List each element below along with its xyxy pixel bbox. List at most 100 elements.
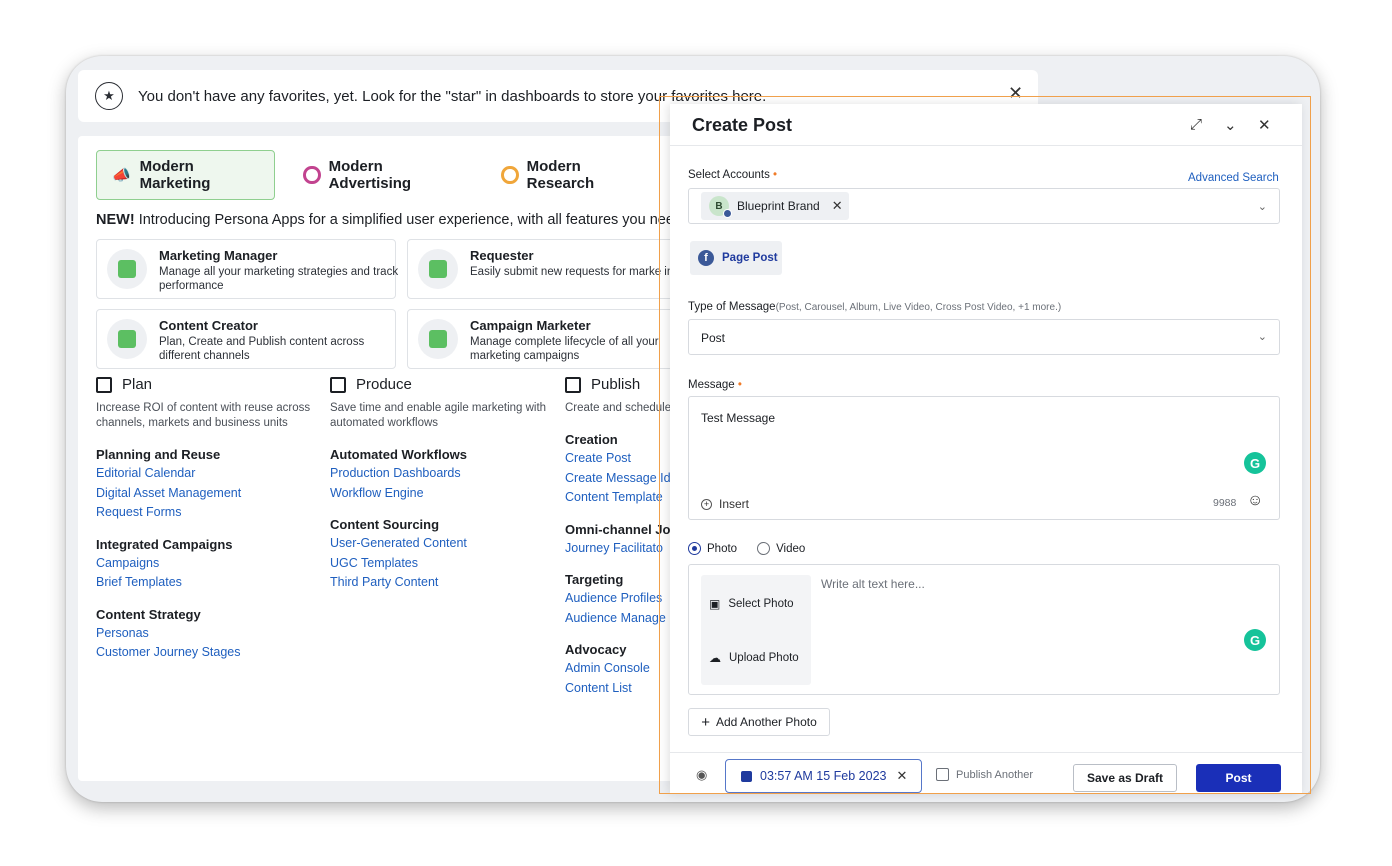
emoji-icon[interactable]: ☺ (1247, 492, 1263, 510)
favorites-message: You don't have any favorites, yet. Look … (138, 87, 767, 105)
label-text: Message (688, 379, 735, 391)
produce-column: Produce Save time and enable agile marke… (330, 376, 555, 591)
post-button[interactable]: Post (1196, 764, 1281, 792)
link-audience-profiles[interactable]: Audience Profiles (565, 591, 672, 607)
advanced-search-link[interactable]: Advanced Search (1188, 172, 1279, 184)
select-photo-button[interactable]: ▣ Select Photo (709, 597, 794, 611)
message-textarea[interactable]: Test Message G + Insert 9988 ☺ (688, 396, 1280, 520)
photo-label: Photo (707, 542, 738, 555)
link-create-message-id[interactable]: Create Message Id (565, 471, 672, 487)
publish-column: Publish Create and schedule channels wit… (565, 376, 672, 696)
page-post-button[interactable]: f Page Post (690, 241, 782, 275)
grammarly-icon[interactable]: G (1244, 629, 1266, 651)
insert-button[interactable]: + Insert (701, 497, 749, 511)
account-name: Blueprint Brand (737, 199, 820, 213)
group-title: Content Sourcing (330, 517, 440, 532)
link-content-template[interactable]: Content Template (565, 490, 672, 506)
announcement-badge: NEW! (96, 212, 135, 228)
app-title: Content Creator (159, 318, 258, 333)
close-icon[interactable]: ✕ (1258, 116, 1271, 134)
link-production-dashboards[interactable]: Production Dashboards (330, 466, 555, 482)
remove-chip-icon[interactable]: ✕ (832, 198, 843, 214)
facebook-badge-icon (723, 209, 732, 218)
photo-radio[interactable] (688, 542, 701, 555)
link-admin-console[interactable]: Admin Console (565, 661, 672, 677)
link-request-forms[interactable]: Request Forms (96, 505, 321, 521)
save-draft-button[interactable]: Save as Draft (1073, 764, 1177, 792)
inbox-icon: ▣ (709, 597, 721, 611)
upload-photo-button[interactable]: ☁ Upload Photo (709, 651, 799, 665)
requester-icon (418, 249, 458, 289)
add-photo-label: Add Another Photo (716, 715, 817, 729)
app-desc: Manage all your marketing strategies and… (159, 266, 399, 292)
column-title: Produce (356, 376, 412, 393)
group-title: Advocacy (565, 642, 627, 657)
expand-icon[interactable]: ⤢ (1190, 116, 1202, 133)
message-type-select[interactable]: Post ⌄ (688, 319, 1280, 355)
publish-another-label: Publish Another (956, 768, 1034, 781)
group-title: Targeting (565, 572, 624, 587)
app-title: Campaign Marketer (470, 318, 591, 333)
page-post-label: Page Post (722, 252, 778, 264)
link-brief-templates[interactable]: Brief Templates (96, 575, 321, 591)
alt-text-input[interactable]: Write alt text here... (821, 577, 925, 591)
required-mark: • (737, 379, 742, 391)
link-content-list[interactable]: Content List (565, 681, 672, 697)
app-card-campaign-marketer[interactable]: Campaign Marketer Manage complete lifecy… (407, 309, 672, 369)
app-card-marketing-manager[interactable]: Marketing Manager Manage all your market… (96, 239, 399, 299)
link-digital-asset-management[interactable]: Digital Asset Management (96, 486, 321, 502)
content-creator-icon (107, 319, 147, 359)
clear-schedule-icon[interactable]: ✕ (896, 768, 907, 784)
edit-icon (565, 376, 581, 393)
tab-label: Modern Marketing (139, 158, 211, 192)
column-title: Publish (591, 376, 641, 393)
checkbox[interactable] (936, 768, 949, 781)
group-title: Planning and Reuse (96, 447, 221, 462)
tab-modern-advertising[interactable]: Modern Advertising (289, 150, 473, 200)
group-title: Creation (565, 432, 618, 447)
link-third-party-content[interactable]: Third Party Content (330, 575, 555, 591)
link-personas[interactable]: Personas (96, 626, 321, 642)
group-title: Omni-channel Jou (565, 521, 672, 537)
schedule-datetime: 03:57 AM 15 Feb 2023 (760, 769, 887, 783)
link-journey-facilitator[interactable]: Journey Facilitato (565, 541, 672, 557)
select-photo-label: Select Photo (728, 598, 794, 610)
close-icon[interactable]: ✕ (1008, 83, 1023, 104)
avatar: B (709, 196, 732, 218)
chevron-down-icon[interactable]: ⌄ (1258, 200, 1267, 213)
publish-another-checkbox[interactable]: Publish Another (936, 768, 1033, 781)
star-icon: ★ (95, 82, 123, 110)
link-audience-manager[interactable]: Audience Manage (565, 611, 672, 627)
schedule-chip[interactable]: 03:57 AM 15 Feb 2023 ✕ (725, 759, 922, 793)
video-radio[interactable] (757, 542, 771, 555)
app-card-content-creator[interactable]: Content Creator Plan, Create and Publish… (96, 309, 396, 369)
accounts-select[interactable]: B Blueprint Brand ✕ ⌄ (688, 188, 1280, 224)
announcement: NEW! Introducing Persona Apps for a simp… (96, 212, 672, 228)
tab-bar: 📣 Modern Marketing Modern Advertising Mo… (96, 150, 672, 200)
grammarly-icon[interactable]: G (1244, 452, 1266, 474)
link-editorial-calendar[interactable]: Editorial Calendar (96, 466, 321, 482)
eye-icon[interactable]: ◉ (696, 767, 707, 783)
char-count: 9988 (1213, 497, 1237, 509)
app-desc: Plan, Create and Publish content across … (159, 336, 365, 362)
tab-label: Modern Research (526, 158, 595, 192)
link-workflow-engine[interactable]: Workflow Engine (330, 486, 555, 502)
link-user-generated-content[interactable]: User-Generated Content (330, 536, 555, 552)
panel-footer: ◉ 03:57 AM 15 Feb 2023 ✕ Publish Another… (670, 752, 1302, 794)
app-title: Requester (470, 248, 534, 263)
app-card-requester[interactable]: Requester Easily submit new requests for… (407, 239, 672, 299)
target-icon (303, 166, 321, 184)
tab-modern-research[interactable]: Modern Research (487, 150, 658, 200)
label-text: Type of Message (688, 301, 776, 313)
link-ugc-templates[interactable]: UGC Templates (330, 556, 555, 572)
link-create-post[interactable]: Create Post (565, 451, 672, 467)
required-mark: • (773, 169, 778, 181)
cloud-upload-icon: ☁ (709, 651, 721, 665)
link-campaigns[interactable]: Campaigns (96, 556, 321, 572)
chevron-down-icon[interactable]: ⌄ (1224, 116, 1237, 134)
add-another-photo-button[interactable]: + Add Another Photo (688, 708, 830, 736)
facebook-icon: f (698, 250, 714, 266)
tab-modern-marketing[interactable]: 📣 Modern Marketing (96, 150, 276, 200)
link-customer-journey-stages[interactable]: Customer Journey Stages (96, 645, 321, 661)
column-desc: Create and schedule channels with enter (565, 402, 672, 414)
